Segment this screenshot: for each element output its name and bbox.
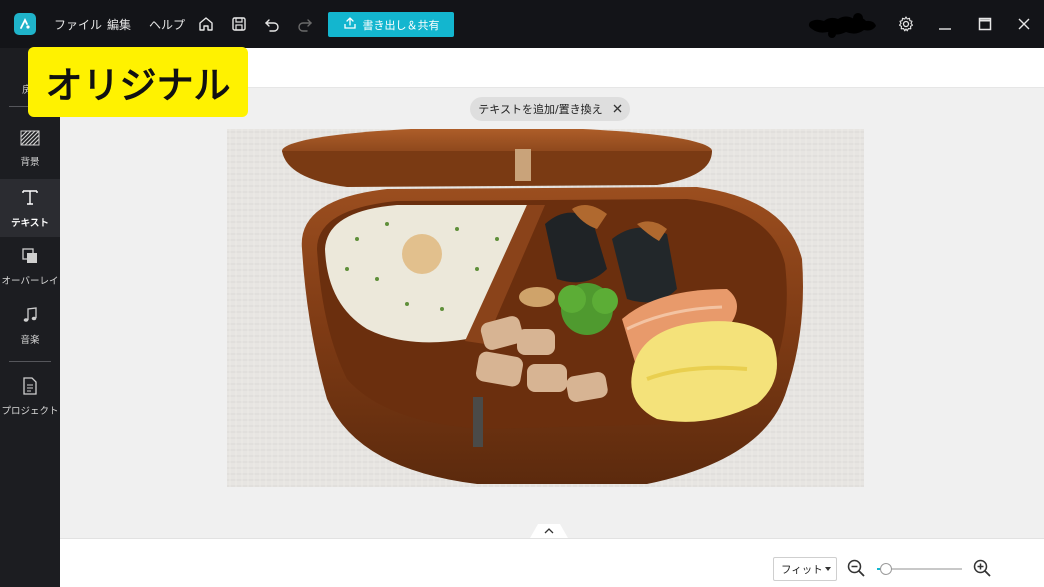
bottom-toolbar <box>60 538 1044 587</box>
upload-icon <box>343 16 357 33</box>
collapse-panel-tab[interactable] <box>530 522 568 538</box>
overlay-icon <box>21 247 39 269</box>
add-replace-text-pill[interactable]: テキストを追加/置き換え <box>470 97 630 121</box>
original-badge-label: オリジナル <box>45 64 231 107</box>
app-window: ファイル 編集 ヘルプ 書き出し＆共有 房 背景 テキスト オーバーレイ 音楽 … <box>0 0 1044 587</box>
sidebar-item-label: プロジェクト <box>1 406 59 417</box>
sidebar-item-label: テキスト <box>11 218 49 229</box>
settings-gear-icon[interactable] <box>896 14 916 34</box>
app-logo-icon <box>14 13 36 35</box>
sidebar-item-music[interactable]: 音楽 <box>0 297 60 355</box>
minimize-icon[interactable] <box>935 14 955 34</box>
left-sidebar: 房 背景 テキスト オーバーレイ 音楽 プロジェクト <box>0 48 60 587</box>
document-icon <box>22 377 38 399</box>
chevron-down-icon <box>825 567 831 571</box>
sidebar-item-overlay[interactable]: オーバーレイ <box>0 238 60 296</box>
undo-icon[interactable] <box>262 14 282 34</box>
zoom-out-icon[interactable] <box>846 558 866 578</box>
preview-photo[interactable] <box>227 129 864 487</box>
close-icon[interactable] <box>1014 14 1034 34</box>
menu-file[interactable]: ファイル <box>54 16 102 33</box>
add-replace-text-label: テキストを追加/置き換え <box>478 103 603 116</box>
fit-dropdown-value: フィット <box>781 563 823 576</box>
export-share-button[interactable]: 書き出し＆共有 <box>328 12 454 37</box>
sidebar-item-project[interactable]: プロジェクト <box>0 368 60 426</box>
pickled-plum <box>402 234 442 274</box>
fit-dropdown[interactable]: フィット <box>773 557 837 581</box>
title-bar: ファイル 編集 ヘルプ 書き出し＆共有 <box>0 0 1044 48</box>
sidebar-item-label: 音楽 <box>20 335 40 346</box>
home-icon[interactable] <box>196 14 216 34</box>
redacted-user-info <box>806 10 878 40</box>
sidebar-item-label: 背景 <box>20 157 40 168</box>
sidebar-item-background[interactable]: 背景 <box>0 120 60 178</box>
maximize-icon[interactable] <box>975 14 995 34</box>
zoom-slider[interactable] <box>877 563 962 575</box>
original-badge: オリジナル <box>28 47 248 117</box>
export-share-label: 書き出し＆共有 <box>362 18 440 32</box>
background-hatch-icon <box>20 130 40 150</box>
zoom-slider-thumb[interactable] <box>879 563 892 575</box>
music-note-icon <box>21 306 39 328</box>
zoom-in-icon[interactable] <box>972 558 992 578</box>
redo-icon[interactable] <box>295 14 315 34</box>
sidebar-item-text[interactable]: テキスト <box>0 179 60 237</box>
sidebar-divider <box>9 361 51 362</box>
close-icon[interactable] <box>613 103 622 116</box>
sidebar-item-label: オーバーレイ <box>1 276 59 287</box>
save-icon[interactable] <box>229 14 249 34</box>
menu-help[interactable]: ヘルプ <box>149 16 185 33</box>
menu-edit[interactable]: 編集 <box>107 16 131 33</box>
text-T-icon <box>20 187 40 211</box>
